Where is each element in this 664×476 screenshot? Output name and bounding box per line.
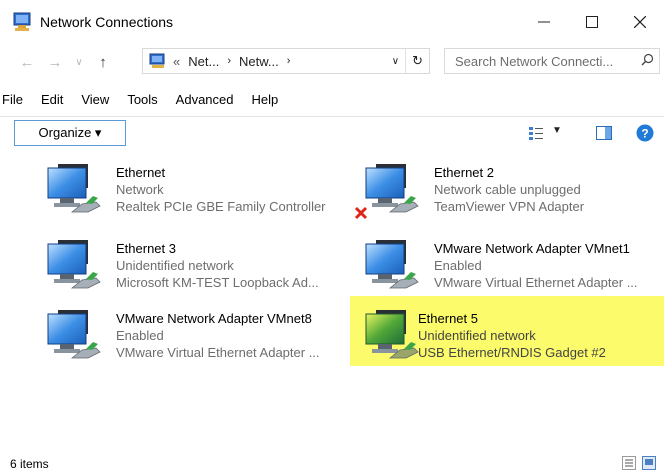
address-bar[interactable]: « Net... › Netw... › ∨ ↻: [142, 48, 430, 74]
list-item[interactable]: VMware Network Adapter VMnet1 Enabled VM…: [334, 226, 650, 296]
menu-view[interactable]: View: [72, 92, 118, 114]
chevron-down-icon: ∨: [75, 56, 83, 68]
connection-device: VMware Virtual Ethernet Adapter ...: [434, 275, 638, 290]
menu-edit[interactable]: Edit: [32, 92, 72, 114]
breadcrumb-overflow[interactable]: «: [173, 54, 180, 69]
item-count: 6 items: [10, 457, 49, 471]
organize-button[interactable]: Organize ▾: [14, 120, 126, 146]
refresh-button[interactable]: ↻: [405, 49, 429, 73]
connection-name: Ethernet 5: [418, 311, 478, 326]
network-adapter-icon: [364, 162, 420, 214]
list-item[interactable]: Ethernet 2 Network cable unplugged TeamV…: [334, 150, 650, 220]
connection-device: VMware Virtual Ethernet Adapter ...: [116, 345, 320, 360]
close-icon: [634, 16, 646, 28]
network-adapter-icon: [46, 238, 102, 290]
list-item[interactable]: Ethernet 3 Unidentified network Microsof…: [16, 226, 332, 296]
list-item[interactable]: VMware Network Adapter VMnet8 Enabled VM…: [16, 296, 332, 366]
network-connections-icon: [12, 12, 32, 32]
connection-status: Unidentified network: [116, 258, 234, 273]
breadcrumb-separator-icon: ›: [227, 55, 231, 67]
close-button[interactable]: [620, 8, 660, 36]
connection-name: Ethernet 2: [434, 165, 494, 180]
connection-name: VMware Network Adapter VMnet1: [434, 241, 630, 256]
network-adapter-icon: [364, 308, 420, 360]
navigation-bar: ← → ∨ ↑ « Net... › Netw... › ∨ ↻ Search …: [0, 46, 664, 80]
large-icons-view-button[interactable]: [642, 456, 656, 470]
menu-file[interactable]: File: [0, 92, 32, 114]
menu-help[interactable]: Help: [243, 92, 288, 114]
breadcrumb-item[interactable]: Netw...: [239, 54, 279, 69]
network-adapter-icon: [364, 238, 420, 290]
location-icon: [149, 53, 167, 69]
details-view-button[interactable]: [622, 456, 636, 470]
connection-status: Network: [116, 182, 164, 197]
large-icons-view-icon: [642, 456, 656, 470]
refresh-icon: ↻: [412, 53, 423, 68]
maximize-icon: [586, 16, 598, 28]
help-icon: ?: [636, 124, 654, 142]
menu-advanced[interactable]: Advanced: [167, 92, 243, 114]
breadcrumb-item[interactable]: Net...: [188, 54, 219, 69]
connection-name: Ethernet 3: [116, 241, 176, 256]
connection-device: Microsoft KM-TEST Loopback Ad...: [116, 275, 319, 290]
change-view-button[interactable]: [528, 125, 544, 141]
command-bar: Organize ▾ ▼ ?: [0, 116, 664, 149]
view-options-dropdown[interactable]: ▼: [552, 125, 562, 136]
address-dropdown-button[interactable]: ∨: [392, 56, 399, 67]
up-button[interactable]: ↑: [92, 50, 114, 74]
caret-down-icon: ▼: [552, 125, 562, 136]
search-input[interactable]: Search Network Connecti...: [444, 48, 660, 74]
menu-bar: File Edit View Tools Advanced Help: [0, 92, 287, 114]
connection-status: Network cable unplugged: [434, 182, 581, 197]
preview-pane-icon: [596, 126, 612, 140]
menu-tools[interactable]: Tools: [118, 92, 166, 114]
preview-pane-button[interactable]: [596, 126, 612, 140]
chevron-down-icon: ∨: [391, 55, 400, 67]
connection-device: USB Ethernet/RNDIS Gadget #2: [418, 345, 606, 360]
recent-locations-button[interactable]: ∨: [68, 50, 90, 74]
view-list-icon: [529, 127, 543, 140]
connections-view: Ethernet Network Realtek PCIe GBE Family…: [0, 150, 664, 446]
forward-button[interactable]: →: [44, 50, 66, 74]
search-icon: [641, 53, 654, 69]
connection-status: Unidentified network: [418, 328, 536, 343]
back-button[interactable]: ←: [16, 50, 38, 74]
list-item[interactable]: Ethernet Network Realtek PCIe GBE Family…: [16, 150, 332, 220]
arrow-left-icon: ←: [19, 53, 35, 71]
disconnected-x-icon: [354, 206, 368, 225]
breadcrumb-separator-icon: ›: [286, 55, 291, 67]
connection-name: Ethernet: [116, 165, 166, 180]
arrow-right-icon: →: [47, 53, 63, 71]
details-view-icon: [622, 456, 636, 470]
arrow-up-icon: ↑: [99, 53, 107, 71]
network-adapter-icon: [46, 162, 102, 214]
status-bar: 6 items: [0, 452, 664, 476]
connection-name: VMware Network Adapter VMnet8: [116, 311, 312, 326]
search-placeholder: Search Network Connecti...: [455, 53, 614, 69]
minimize-icon: [538, 21, 550, 23]
window-title: Network Connections: [40, 14, 174, 30]
help-button[interactable]: ?: [636, 124, 654, 142]
title-bar: Network Connections: [0, 0, 664, 44]
svg-text:?: ?: [641, 127, 648, 141]
connection-device: TeamViewer VPN Adapter: [434, 199, 585, 214]
minimize-button[interactable]: [524, 8, 564, 36]
maximize-button[interactable]: [572, 8, 612, 36]
connection-status: Enabled: [434, 258, 482, 273]
network-adapter-icon: [46, 308, 102, 360]
connection-status: Enabled: [116, 328, 164, 343]
list-item-selected[interactable]: Ethernet 5 Unidentified network USB Ethe…: [350, 296, 664, 366]
connection-device: Realtek PCIe GBE Family Controller: [116, 199, 326, 214]
